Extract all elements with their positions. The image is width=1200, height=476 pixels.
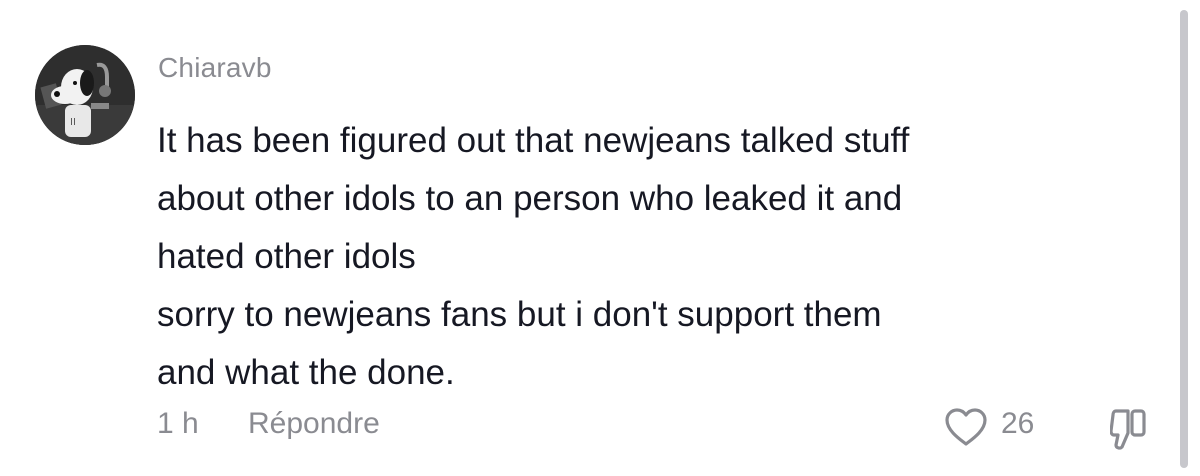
like-count: 26 [1001, 407, 1035, 440]
comment-line: hated other idols [157, 237, 416, 276]
reply-button[interactable]: Répondre [248, 407, 380, 441]
comment-username[interactable]: Chiaravb [158, 52, 272, 84]
comment-line: about other idols to an person who leake… [157, 179, 903, 218]
comment-line: It has been figured out that newjeans ta… [157, 121, 910, 160]
comment-text: It has been figured out that newjeans ta… [157, 112, 1137, 402]
comment-line: sorry to newjeans fans but i don't suppo… [157, 295, 882, 334]
comment-timestamp: 1 h [157, 407, 199, 440]
thumbs-down-icon[interactable] [1109, 403, 1156, 453]
scrollbar[interactable] [1180, 10, 1188, 468]
comment-line: and what the done. [157, 353, 455, 392]
svg-text:II: II [70, 117, 76, 128]
heart-icon[interactable] [943, 406, 989, 448]
avatar[interactable]: II [35, 45, 135, 145]
